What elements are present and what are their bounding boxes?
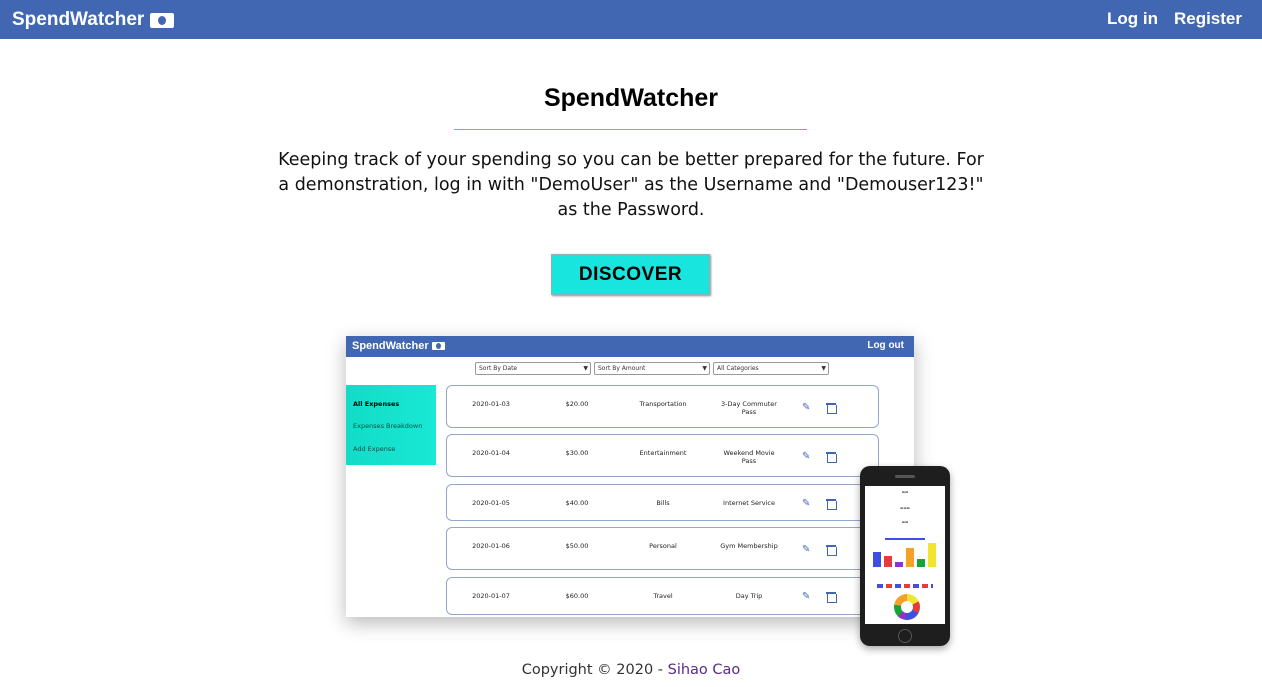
phone-screen-text: ▬▬	[901, 520, 909, 524]
preview-row-amount: $20.00	[565, 400, 589, 408]
preview-trash-icon	[826, 544, 837, 556]
preview-row-amount: $30.00	[565, 449, 589, 457]
preview-brand-name: SpendWatcher	[352, 340, 429, 352]
preview-sort-amount-label: Sort By Amount	[598, 365, 646, 372]
phone-chart-bar	[895, 562, 903, 567]
preview-expense-row: 2020-01-05 $40.00 Bills Internet Service…	[446, 484, 879, 521]
preview-edit-icon: ✎	[802, 402, 811, 413]
discover-button[interactable]: DISCOVER	[551, 254, 710, 295]
preview-categories-select: All Categories ▼	[713, 362, 829, 375]
preview-row-description: Weekend Movie Pass	[723, 449, 775, 465]
nav-actions: Log in Register	[1107, 9, 1242, 29]
brand-link[interactable]: SpendWatcher	[12, 9, 175, 31]
phone-screen-text: ▬▬	[901, 490, 909, 494]
page-title: SpendWatcher	[543, 84, 719, 112]
preview-row-category: Entertainment	[639, 449, 687, 457]
preview-expense-row: 2020-01-03 $20.00 Transportation 3-Day C…	[446, 385, 879, 428]
phone-chart-bar	[928, 543, 936, 567]
preview-edit-icon: ✎	[802, 498, 811, 509]
preview-row-category: Travel	[653, 592, 673, 600]
footer-author-link[interactable]: Sihao Cao	[668, 662, 741, 678]
register-link[interactable]: Register	[1174, 9, 1242, 29]
phone-legend-bar	[877, 584, 933, 588]
preview-caret-icon: ▼	[821, 365, 826, 372]
preview-caret-icon: ▼	[583, 365, 588, 372]
preview-edit-icon: ✎	[802, 591, 811, 602]
phone-legend-bar	[885, 538, 925, 540]
preview-money-bill-icon	[431, 342, 445, 350]
preview-sort-date-label: Sort By Date	[479, 365, 518, 372]
preview-row-date: 2020-01-06	[472, 542, 510, 550]
preview-brand: SpendWatcher	[352, 340, 445, 352]
phone-donut-chart	[894, 594, 920, 620]
brand-name: SpendWatcher	[12, 9, 145, 30]
preview-row-amount: $60.00	[565, 592, 589, 600]
preview-row-description: Internet Service	[723, 499, 775, 507]
phone-home-button	[898, 629, 912, 643]
login-link[interactable]: Log in	[1107, 9, 1158, 29]
preview-expense-row: 2020-01-07 $60.00 Travel Day Trip ✎	[446, 577, 879, 615]
preview-trash-icon	[826, 402, 837, 414]
navbar: SpendWatcher Log in Register	[0, 0, 1262, 39]
preview-row-description: Gym Membership	[720, 542, 778, 550]
preview-trash-icon	[826, 591, 837, 603]
phone-screen: ▬▬ ▬▬▬ ▬▬	[865, 486, 945, 624]
preview-sort-amount-select: Sort By Amount ▼	[594, 362, 710, 375]
money-bill-icon	[150, 12, 175, 28]
phone-screen-text: ▬▬▬	[900, 506, 910, 510]
phone-chart-bar	[906, 548, 914, 567]
preview-edit-icon: ✎	[802, 451, 811, 462]
preview-sidebar: All Expenses Expenses Breakdown Add Expe…	[346, 385, 436, 465]
preview-sidebar-item: All Expenses	[353, 400, 400, 408]
desktop-preview-image: SpendWatcher Log out Sort By Date ▼ Sort …	[346, 336, 914, 617]
preview-row-category: Bills	[656, 499, 670, 507]
preview-expense-row: 2020-01-04 $30.00 Entertainment Weekend …	[446, 434, 879, 477]
preview-row-date: 2020-01-04	[472, 449, 510, 457]
preview-expense-row: 2020-01-06 $50.00 Personal Gym Membershi…	[446, 527, 879, 570]
preview-logout-label: Log out	[867, 340, 904, 351]
phone-preview-image: ▬▬ ▬▬▬ ▬▬	[860, 466, 950, 646]
preview-row-date: 2020-01-03	[472, 400, 510, 408]
preview-trash-icon	[826, 498, 837, 510]
preview-row-amount: $50.00	[565, 542, 589, 550]
footer-copyright: Copyright © 2020 -	[521, 662, 668, 678]
preview-row-description: Day Trip	[735, 592, 763, 600]
preview-trash-icon	[826, 451, 837, 463]
preview-row-description: 3-Day Commuter Pass	[721, 400, 777, 416]
preview-row-date: 2020-01-07	[472, 592, 510, 600]
preview-row-amount: $40.00	[565, 499, 589, 507]
preview-row-date: 2020-01-05	[472, 499, 510, 507]
footer: Copyright © 2020 - Sihao Cao	[0, 662, 1262, 678]
preview-categories-label: All Categories	[717, 365, 759, 372]
preview-row-category: Transportation	[639, 400, 687, 408]
preview-sidebar-item: Add Expense	[353, 445, 396, 453]
phone-chart-bar	[873, 552, 881, 567]
phone-speaker	[895, 475, 915, 478]
tagline: Keeping track of your spending so you ca…	[278, 150, 984, 220]
preview-navbar: SpendWatcher Log out	[346, 336, 914, 357]
preview-sort-date-select: Sort By Date ▼	[475, 362, 591, 375]
phone-chart-bar	[917, 559, 925, 567]
preview-edit-icon: ✎	[802, 544, 811, 555]
title-divider	[454, 129, 807, 130]
preview-sidebar-item: Expenses Breakdown	[353, 422, 423, 430]
phone-chart-bar	[884, 556, 892, 567]
preview-caret-icon: ▼	[702, 365, 707, 372]
preview-row-category: Personal	[649, 542, 677, 550]
